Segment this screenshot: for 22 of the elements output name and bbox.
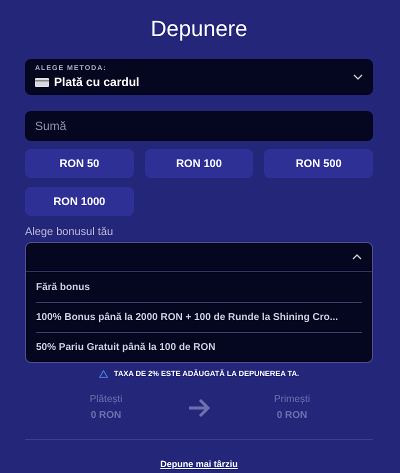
chevron-down-icon	[353, 74, 363, 80]
bonus-option[interactable]: 50% Pariu Gratuit până la 100 de RON	[36, 332, 362, 362]
arrow-right-icon	[187, 398, 211, 418]
amount-field[interactable]: Sumă	[25, 111, 373, 141]
card-icon	[35, 78, 49, 86]
warning-icon	[98, 370, 108, 378]
bonus-option[interactable]: Fără bonus	[36, 272, 362, 302]
bonus-select[interactable]: Fără bonus 100% Bonus până la 2000 RON + 100 de Runde la Shining Cro... 50% Pariu Gratuit până la 100 de RON	[25, 242, 373, 363]
method-value: Plată cu cardul	[54, 75, 140, 89]
amount-preset-button[interactable]: RON 100	[144, 149, 254, 178]
deposit-later-link[interactable]: Depune mai târziu	[160, 459, 238, 469]
pay-amount: 0 RON	[90, 410, 122, 421]
amount-preset-button[interactable]: RON 1000	[25, 187, 134, 216]
bonus-option[interactable]: 100% Bonus până la 2000 RON + 100 de Runde la Shining Cro...	[36, 302, 362, 332]
amount-preset-button[interactable]: RON 500	[264, 149, 373, 178]
dialog-title: Depunere	[150, 16, 248, 42]
bonus-label: Alege bonusul tău	[25, 226, 114, 238]
pay-label: Plătești	[90, 394, 122, 405]
amount-preset-button[interactable]: RON 50	[25, 149, 134, 178]
chevron-up-icon	[352, 254, 362, 260]
receive-amount: 0 RON	[276, 410, 308, 421]
receive-label: Primești	[274, 394, 310, 405]
